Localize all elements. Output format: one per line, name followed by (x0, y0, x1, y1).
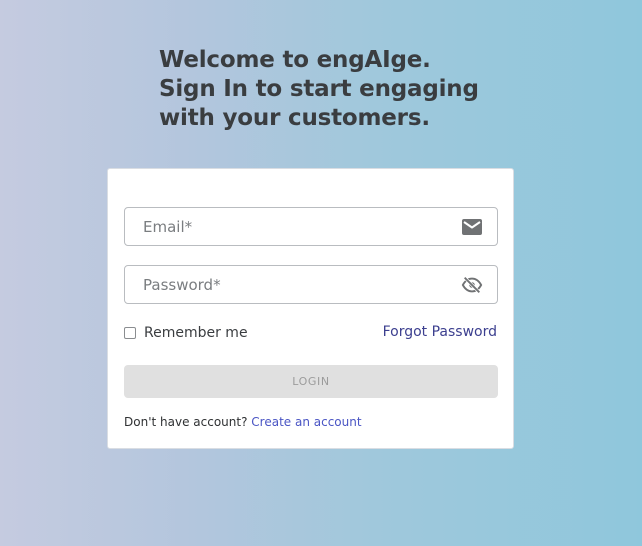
password-field (124, 265, 498, 304)
forgot-password-link[interactable]: Forgot Password (383, 324, 497, 340)
remember-me-label: Remember me (144, 325, 248, 341)
signup-row: Don't have account? Create an account (124, 415, 362, 429)
welcome-heading-line-2: Sign In to start engaging (159, 76, 479, 102)
welcome-heading-line-3: with your customers. (159, 105, 430, 131)
login-button[interactable]: LOGIN (124, 365, 498, 398)
signup-prompt: Don't have account? (124, 415, 248, 429)
eye-off-icon[interactable] (461, 275, 483, 295)
welcome-heading-line-1: Welcome to engAIge. (159, 47, 431, 73)
mail-icon (461, 217, 483, 237)
remember-me-checkbox[interactable] (124, 327, 136, 339)
create-account-link[interactable]: Create an account (251, 415, 361, 429)
welcome-heading: Welcome to engAIge. Sign In to start eng… (159, 46, 519, 133)
email-input[interactable] (126, 209, 446, 244)
remember-me[interactable]: Remember me (124, 325, 248, 341)
password-input[interactable] (126, 267, 446, 302)
email-field (124, 207, 498, 246)
login-card: Remember me Forgot Password LOGIN Don't … (107, 168, 514, 449)
